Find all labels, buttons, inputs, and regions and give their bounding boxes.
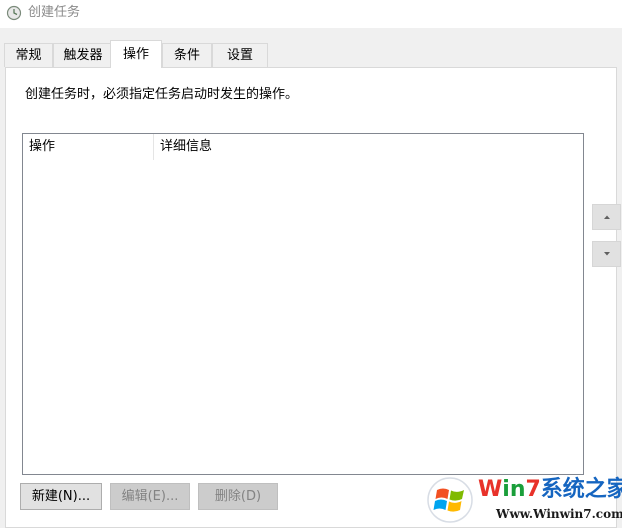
tab-triggers[interactable]: 触发器 bbox=[53, 43, 113, 67]
tab-actions[interactable]: 操作 bbox=[110, 40, 162, 68]
watermark-title: Win7系统之家 bbox=[478, 477, 622, 502]
windows-logo-icon bbox=[427, 477, 473, 523]
tab-general[interactable]: 常规 bbox=[4, 43, 53, 67]
list-header: 操作 详细信息 bbox=[23, 134, 583, 160]
tab-conditions[interactable]: 条件 bbox=[162, 43, 212, 67]
task-scheduler-icon bbox=[6, 5, 22, 21]
watermark-url: Www.Winwin7.com bbox=[496, 507, 622, 521]
title-bar: 创建任务 bbox=[0, 0, 622, 28]
tab-settings[interactable]: 设置 bbox=[212, 43, 268, 67]
move-down-button[interactable] bbox=[592, 241, 621, 267]
move-up-button[interactable] bbox=[592, 204, 621, 230]
actions-description: 创建任务时，必须指定任务启动时发生的操作。 bbox=[25, 87, 299, 102]
column-header-action[interactable]: 操作 bbox=[23, 134, 153, 160]
actions-list[interactable]: 操作 详细信息 bbox=[22, 133, 584, 475]
arrow-up-icon bbox=[604, 215, 610, 219]
window-title: 创建任务 bbox=[28, 5, 81, 20]
column-header-details[interactable]: 详细信息 bbox=[154, 134, 574, 160]
edit-action-button[interactable]: 编辑(E)... bbox=[110, 483, 190, 510]
watermark: Win7系统之家 Www.Winwin7.com bbox=[422, 474, 622, 528]
new-action-button[interactable]: 新建(N)... bbox=[20, 483, 102, 510]
arrow-down-icon bbox=[604, 252, 610, 256]
delete-action-button[interactable]: 删除(D) bbox=[198, 483, 278, 510]
